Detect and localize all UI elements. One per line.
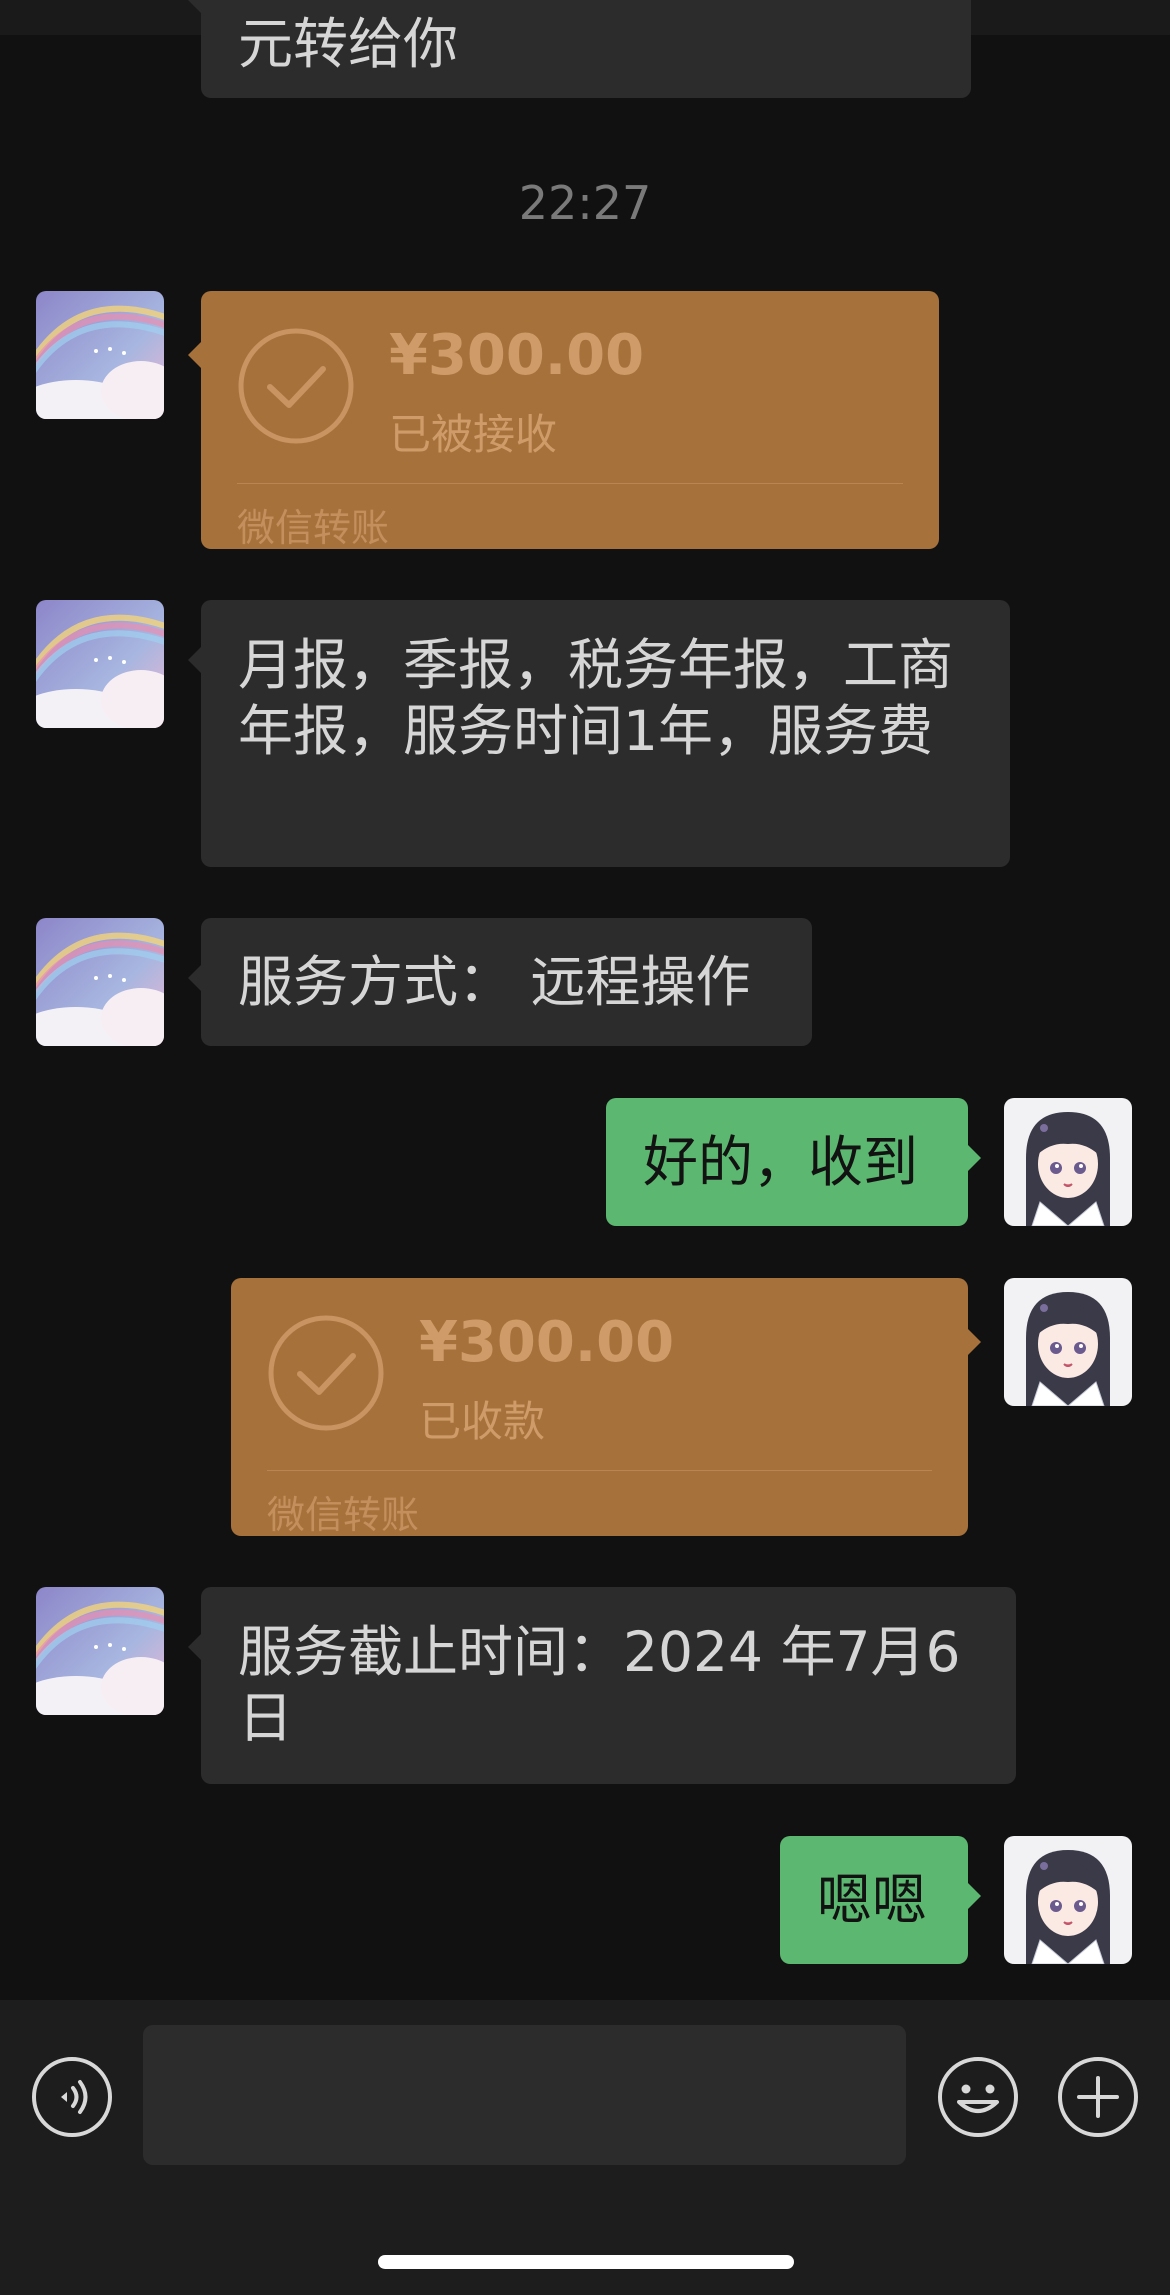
transfer-status: 已被接收 — [389, 410, 558, 459]
message-text: 服务截止时间：2024 年7月6日 — [238, 1620, 961, 1750]
divider — [267, 1470, 932, 1471]
message-text: 元转给你 — [238, 12, 459, 76]
transfer-card-received[interactable]: ¥300.00 已被接收 微信转账 — [188, 291, 939, 550]
timestamp: 22:27 — [518, 176, 652, 230]
message-bubble[interactable]: 月报，季报，税务年报，工商年报，服务时间1年，服务费 — [188, 600, 1010, 867]
transfer-brand: 微信转账 — [267, 1493, 420, 1537]
transfer-status: 已收款 — [419, 1397, 546, 1446]
my-avatar[interactable] — [1004, 1098, 1132, 1226]
transfer-brand: 微信转账 — [237, 506, 390, 550]
contact-avatar[interactable] — [36, 291, 164, 419]
my-avatar[interactable] — [1004, 1278, 1132, 1406]
emoji-icon[interactable] — [937, 2056, 1019, 2138]
plus-icon[interactable] — [1057, 2056, 1139, 2138]
check-circle-icon — [238, 328, 354, 444]
message-bubble-outgoing[interactable]: 好的，收到 — [606, 1098, 981, 1226]
message-input[interactable] — [143, 2025, 906, 2165]
message-text: 嗯嗯 — [817, 1868, 928, 1932]
divider — [237, 483, 903, 484]
voice-icon[interactable] — [31, 2056, 113, 2138]
home-indicator[interactable] — [378, 2255, 794, 2269]
transfer-amount: ¥300.00 — [419, 1310, 675, 1375]
message-text: 好的，收到 — [643, 1130, 919, 1194]
message-bubble-outgoing[interactable]: 嗯嗯 — [780, 1836, 981, 1964]
message-bubble[interactable]: 服务方式： 远程操作 — [188, 918, 812, 1046]
message-text: 服务方式： 远程操作 — [238, 950, 751, 1014]
contact-avatar[interactable] — [36, 918, 164, 1046]
my-avatar[interactable] — [1004, 1836, 1132, 1964]
transfer-card-sent[interactable]: ¥300.00 已收款 微信转账 — [231, 1278, 981, 1537]
message-bubble[interactable]: 服务截止时间：2024 年7月6日 — [188, 1587, 1016, 1784]
message-bubble-partial[interactable]: 元转给你 — [188, 0, 971, 98]
check-circle-icon — [268, 1315, 384, 1431]
contact-avatar[interactable] — [36, 1587, 164, 1715]
transfer-amount: ¥300.00 — [389, 323, 645, 388]
message-text: 月报，季报，税务年报，工商年报，服务时间1年，服务费 — [238, 633, 954, 763]
contact-avatar[interactable] — [36, 600, 164, 728]
